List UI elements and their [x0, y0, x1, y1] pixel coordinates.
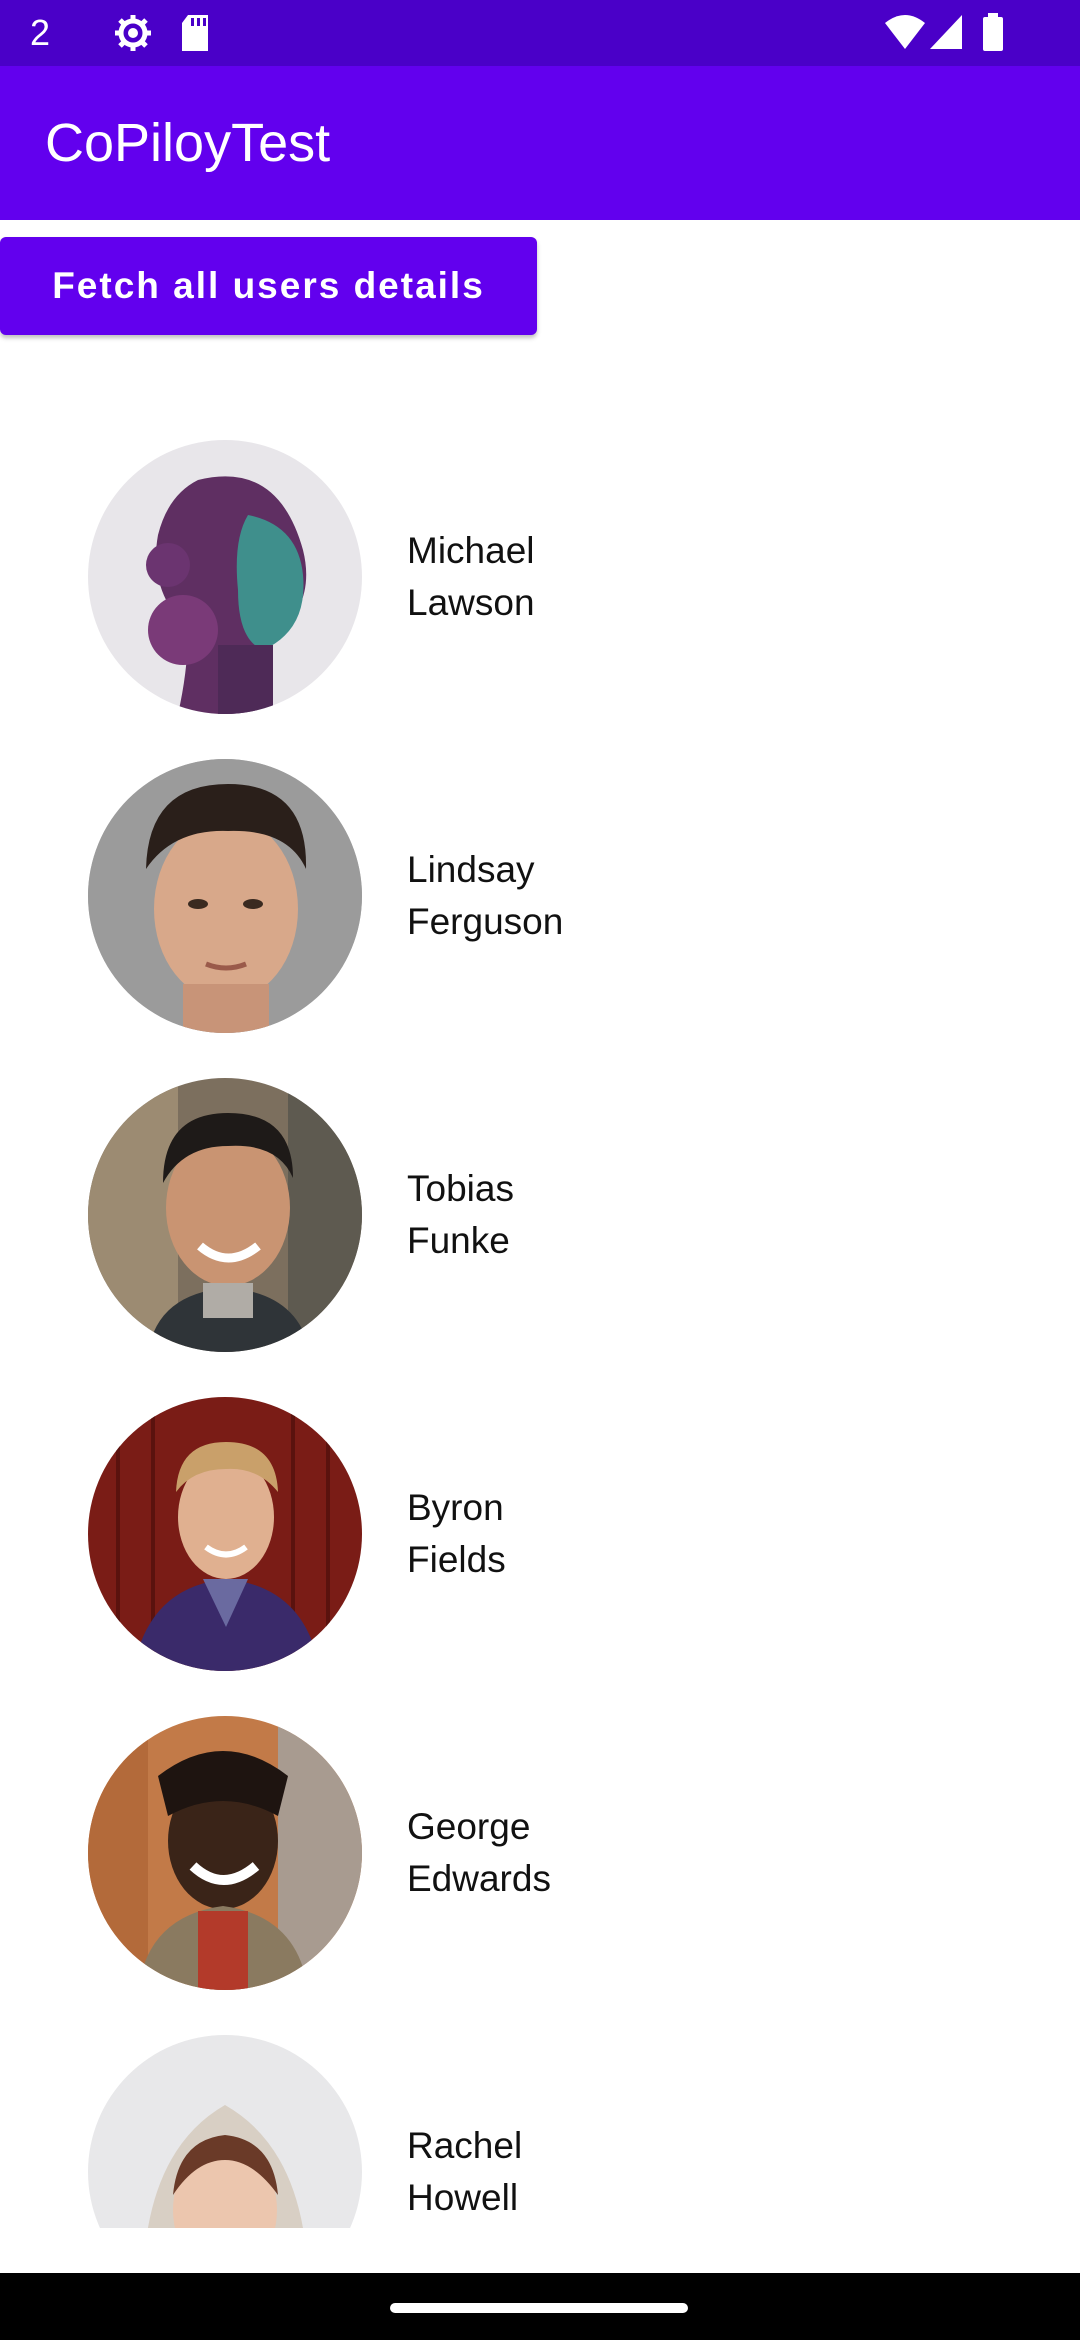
avatar	[88, 2035, 362, 2228]
status-bar: 2	[0, 0, 1080, 66]
user-first-name: George	[407, 1806, 531, 1847]
sd-card-icon	[180, 13, 210, 58]
signal-icon	[928, 13, 964, 58]
user-first-name: Rachel	[407, 2125, 523, 2166]
user-name: Tobias Funke	[407, 1163, 807, 1267]
wifi-icon	[884, 13, 926, 58]
list-item[interactable]: Tobias Funke	[0, 1058, 1080, 1352]
user-first-name: Lindsay	[407, 849, 535, 890]
user-first-name: Michael	[407, 530, 535, 571]
user-list[interactable]: Michael Lawson Lindsay Ferguson Tobias F…	[0, 420, 1080, 2228]
avatar	[88, 759, 362, 1033]
user-last-name: Edwards	[407, 1858, 551, 1899]
list-item[interactable]: Michael Lawson	[0, 420, 1080, 714]
user-last-name: Howell	[407, 2177, 519, 2218]
avatar	[88, 1078, 362, 1352]
user-last-name: Ferguson	[407, 901, 564, 942]
status-time: 2	[30, 12, 51, 53]
user-name: Rachel Howell	[407, 2120, 807, 2224]
user-name: Lindsay Ferguson	[407, 844, 807, 948]
avatar	[88, 1716, 362, 1990]
user-last-name: Fields	[407, 1539, 506, 1580]
avatar	[88, 440, 362, 714]
user-first-name: Byron	[407, 1487, 504, 1528]
gear-icon	[113, 13, 153, 58]
user-first-name: Tobias	[407, 1168, 514, 1209]
user-name: Michael Lawson	[407, 525, 807, 629]
app-title: CoPiloyTest	[45, 113, 331, 173]
list-item[interactable]: George Edwards	[0, 1696, 1080, 1990]
avatar	[88, 1397, 362, 1671]
user-last-name: Lawson	[407, 582, 535, 623]
user-last-name: Funke	[407, 1220, 510, 1261]
list-item[interactable]: Byron Fields	[0, 1377, 1080, 1671]
battery-icon	[981, 13, 1005, 58]
navigation-bar	[0, 2273, 1080, 2340]
fetch-users-button[interactable]: Fetch all users details	[0, 237, 537, 335]
app-bar: CoPiloyTest	[0, 66, 1080, 220]
list-item[interactable]: Rachel Howell	[0, 2015, 1080, 2228]
home-gesture-handle[interactable]	[390, 2303, 688, 2313]
user-name: Byron Fields	[407, 1482, 807, 1586]
list-item[interactable]: Lindsay Ferguson	[0, 739, 1080, 1033]
user-name: George Edwards	[407, 1801, 807, 1905]
